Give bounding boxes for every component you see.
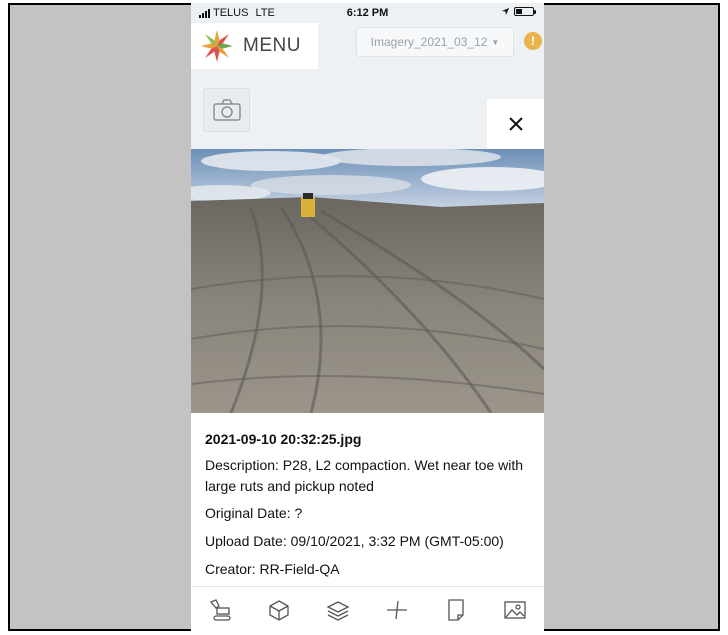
logo-icon (201, 30, 233, 62)
document-icon[interactable] (443, 597, 469, 623)
photo-creator: Creator: RR-Field-QA (205, 561, 340, 577)
status-bar: TELUS LTE 6:12 PM (191, 3, 544, 23)
cube-icon[interactable] (266, 597, 292, 623)
bottom-toolbar (191, 586, 544, 632)
close-icon (508, 117, 523, 131)
menu-button[interactable]: MENU (191, 23, 318, 69)
camera-button[interactable] (203, 88, 250, 132)
photo-filename: 2021-09-10 20:32:25.jpg (205, 431, 362, 447)
photo-description: Description: P28, L2 compaction. Wet nea… (205, 457, 524, 494)
battery-icon (514, 7, 536, 16)
camera-icon (212, 99, 241, 121)
caret-down-icon: ▼ (491, 37, 500, 47)
menu-label: MENU (243, 35, 301, 56)
status-time: 6:12 PM (346, 7, 389, 19)
close-button[interactable] (487, 99, 544, 149)
measure-icon[interactable] (384, 597, 410, 623)
excavator-icon[interactable] (207, 597, 233, 623)
imagery-layer-select[interactable]: Imagery_2021_03_12 ▼ (356, 27, 514, 57)
layer-select-value: Imagery_2021_03_12 (370, 35, 488, 49)
image-icon[interactable] (502, 597, 528, 623)
location-arrow-icon (501, 7, 510, 16)
status-right (501, 7, 536, 16)
photo-upload-date: Upload Date: 09/10/2021, 3:32 PM (GMT-05… (205, 533, 504, 549)
photo-original-date: Original Date: ? (205, 505, 303, 521)
phone-screen: TELUS LTE 6:12 PM MENU Imagery_2021_03_1… (191, 3, 544, 632)
alert-icon[interactable]: ! (524, 32, 542, 50)
site-photo[interactable] (191, 149, 544, 413)
photo-details-panel: 2021-09-10 20:32:25.jpg Description: P28… (191, 413, 544, 586)
layers-icon[interactable] (325, 597, 351, 623)
